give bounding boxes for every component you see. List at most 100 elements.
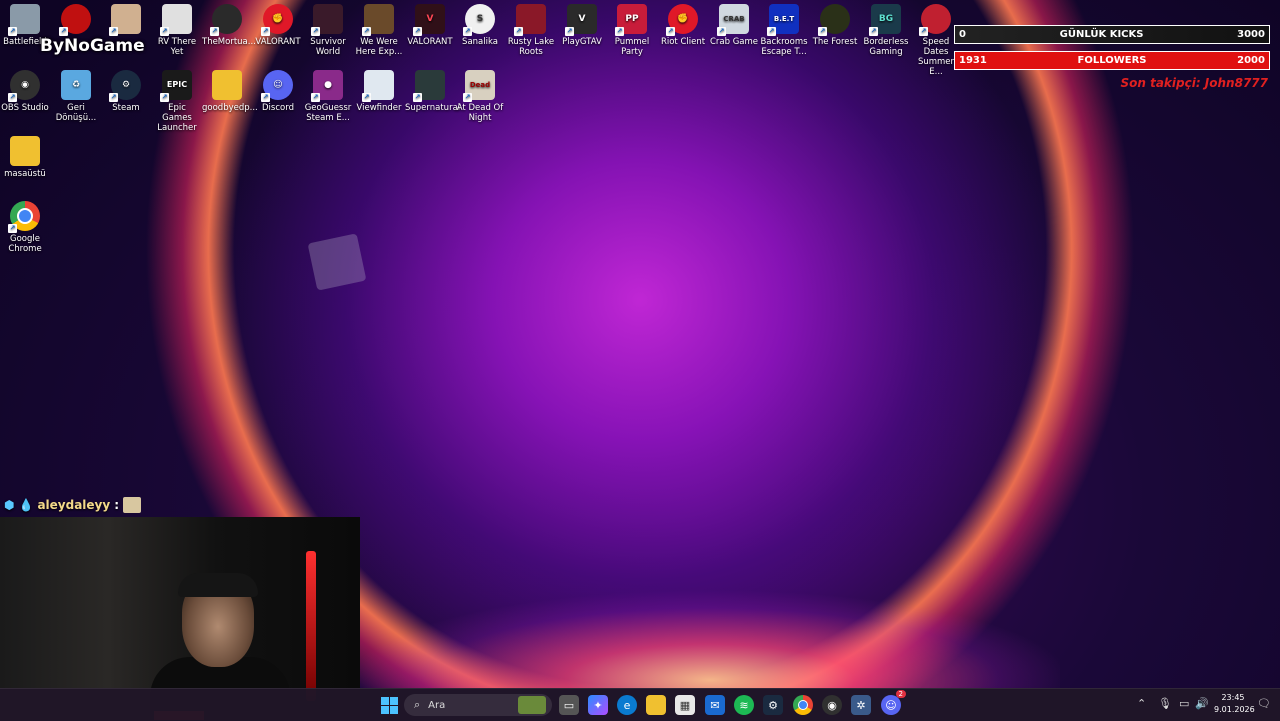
system-clock[interactable]: 23:45 9.01.2026 [1214, 692, 1255, 716]
discord-icon: ☺ [885, 698, 897, 712]
desktop-icon-sanalika[interactable]: S ↗ Sanalika [455, 0, 505, 47]
followers-current: 1931 [959, 55, 987, 66]
desktop-icon-the-forest[interactable]: ↗ The Forest [810, 0, 860, 47]
folder-icon [212, 70, 242, 100]
desktop-icon-we-were-here[interactable]: ↗ We Were Here Exp... [354, 0, 404, 57]
desktop-icon-pummel-party[interactable]: PP ↗ Pummel Party [607, 0, 657, 57]
mail-icon: ✉ [710, 698, 720, 712]
desktop-icon-viewfinder[interactable]: ↗ Viewfinder [354, 66, 404, 113]
borderless-gaming-icon: BG ↗ [869, 4, 901, 36]
spotify-icon: ≋ [739, 698, 749, 712]
chrome-icon: ↗ [8, 201, 40, 233]
taskbar-search[interactable]: ⌕ Ara [404, 694, 552, 716]
desktop-icon-google-chrome[interactable]: ↗ Google Chrome [0, 197, 50, 254]
desktop-icon-valorant[interactable]: ✊ ↗ VALORANT [253, 0, 303, 47]
steam-icon: ⚙ [768, 698, 778, 712]
edge-button[interactable]: e [617, 695, 637, 715]
led-light [306, 551, 316, 701]
recycle-bin-icon: ♻ [61, 70, 91, 100]
desktop-icon-playgtav[interactable]: V ↗ PlayGTAV [557, 0, 607, 47]
desktop-icon-crab-game[interactable]: CRAB ↗ Crab Game [709, 0, 759, 47]
desktop-icon-masaustu[interactable]: masaüstü [0, 132, 50, 179]
kicks-goal-bar: 0 GÜNLÜK KICKS 3000 [954, 25, 1270, 44]
steam-button[interactable]: ⚙ [763, 695, 783, 715]
crab-game-icon: CRAB ↗ [717, 4, 749, 36]
rv-there-yet-icon: ↗ [160, 4, 192, 36]
windows-icon [380, 696, 398, 714]
chevron-up-icon[interactable]: ⌃ [1137, 697, 1146, 710]
themortuary-icon: ↗ [210, 4, 242, 36]
gear-icon: ✲ [856, 698, 866, 712]
chrome-icon [798, 700, 808, 710]
obs-button[interactable]: ◉ [822, 695, 842, 715]
drop-icon: 💧 [18, 498, 34, 512]
chat-message: ⬢ 💧 aleydaleyy : [4, 495, 142, 515]
network-icon[interactable]: ▭ [1179, 697, 1189, 710]
settings-app-button[interactable]: ✲ [851, 695, 871, 715]
mail-button[interactable]: ✉ [705, 695, 725, 715]
desktop-icon-backrooms[interactable]: B.E.T ↗ Backrooms Escape T... [759, 0, 809, 57]
streamer-cap [178, 573, 258, 597]
at-dead-of-night-icon: Dead ↗ [463, 70, 495, 102]
task-view-icon: ▭ [563, 698, 575, 712]
desktop-icon-borderless-gaming[interactable]: BG ↗ Borderless Gaming [861, 0, 911, 57]
desktop-icon-rv-there-yet[interactable]: ↗ RV There Yet [152, 0, 202, 57]
desktop-icon-themortuary[interactable]: ↗ TheMortua... [202, 0, 256, 47]
spotify-button[interactable]: ≋ [734, 695, 754, 715]
desktop-icon-dating-game[interactable]: ↗ [101, 0, 151, 37]
the-forest-icon: ↗ [818, 4, 850, 36]
chat-username: aleydaleyy [37, 498, 111, 512]
task-view-button[interactable]: ▭ [559, 695, 579, 715]
desktop-icon-at-dead-of-night[interactable]: Dead ↗ At Dead Of Night [455, 66, 505, 123]
followers-goal-bar: 1931 FOLLOWERS 2000 [954, 51, 1270, 70]
desktop-icon-survivor-world[interactable]: ↗ Survivor World [303, 0, 353, 57]
kicks-label: GÜNLÜK KICKS [1059, 29, 1144, 40]
desktop-icon-rusty-lake-roots[interactable]: ↗ Rusty Lake Roots [506, 0, 556, 57]
viewfinder-icon: ↗ [362, 70, 394, 102]
folder-icon [10, 136, 40, 166]
followers-goal: 2000 [1237, 55, 1265, 66]
file-explorer-button[interactable] [646, 695, 666, 715]
desktop-icon-goodbyedp[interactable]: goodbyedp... [202, 66, 258, 113]
sanalika-icon: S ↗ [463, 4, 495, 36]
discord-icon: ☺ ↗ [261, 70, 293, 102]
desktop-icon-epic-games[interactable]: EPIC ↗ Epic Games Launcher [152, 66, 202, 133]
survivor-world-icon: ↗ [311, 4, 343, 36]
clock-time: 23:45 [1221, 693, 1245, 702]
desktop-icon-steam[interactable]: ⚙ ↗ Steam [101, 66, 151, 113]
start-button[interactable] [379, 695, 399, 715]
followers-label: FOLLOWERS [1077, 55, 1147, 66]
desktop-icon-red-game[interactable]: ↗ [51, 0, 101, 37]
dating-game-icon: ↗ [109, 4, 141, 36]
steam-icon: ⚙ ↗ [109, 70, 141, 102]
kicks-goal: 3000 [1237, 29, 1265, 40]
volume-icon[interactable]: 🔊 [1195, 697, 1209, 710]
copilot-icon: ✦ [593, 698, 603, 712]
chrome-button[interactable] [793, 695, 813, 715]
desktop-icon-riot-client[interactable]: ✊ ↗ Riot Client [658, 0, 708, 47]
speed-dates-icon: ↗ [919, 4, 951, 36]
riot-client-icon: ✊ ↗ [666, 4, 698, 36]
gta-v-icon: V ↗ [565, 4, 597, 36]
riot-fist-icon: ✊ ↗ [261, 4, 293, 36]
desktop-icon-discord[interactable]: ☺ ↗ Discord [253, 66, 303, 113]
store-button[interactable]: ▦ [675, 695, 695, 715]
streamer-brand: ByNoGame [40, 36, 145, 56]
search-placeholder: Ara [428, 699, 446, 711]
desktop-icon-obs-studio[interactable]: ◉ ↗ OBS Studio [0, 66, 50, 113]
desktop-icon-valorant-2[interactable]: V ↗ VALORANT [405, 0, 455, 47]
desktop-icon-supernatural[interactable]: ↗ Supernatural [405, 66, 460, 113]
rusty-lake-roots-icon: ↗ [514, 4, 546, 36]
desktop-icon-recycle-bin[interactable]: ♻ Geri Dönüşü... [51, 66, 101, 123]
notification-icon[interactable]: 🗨 [1257, 697, 1271, 710]
taskbar: ⌕ Ara ▭ ✦ e ▦ ✉ ≋ ⚙ ◉ ✲ ☺ 2 ⌃ 🎙 ▭ 🔊 23:4… [0, 688, 1280, 721]
copilot-button[interactable]: ✦ [588, 695, 608, 715]
pummel-party-icon: PP ↗ [615, 4, 647, 36]
clock-date: 9.01.2026 [1214, 705, 1255, 714]
emote-icon [123, 497, 142, 513]
kicks-current: 0 [959, 29, 966, 40]
desktop-icon-geoguessr[interactable]: ● ↗ GeoGuessr Steam E... [303, 66, 353, 123]
discord-button[interactable]: ☺ 2 [881, 690, 906, 715]
microphone-icon[interactable]: 🎙 [1158, 697, 1172, 710]
we-were-here-icon: ↗ [362, 4, 394, 36]
